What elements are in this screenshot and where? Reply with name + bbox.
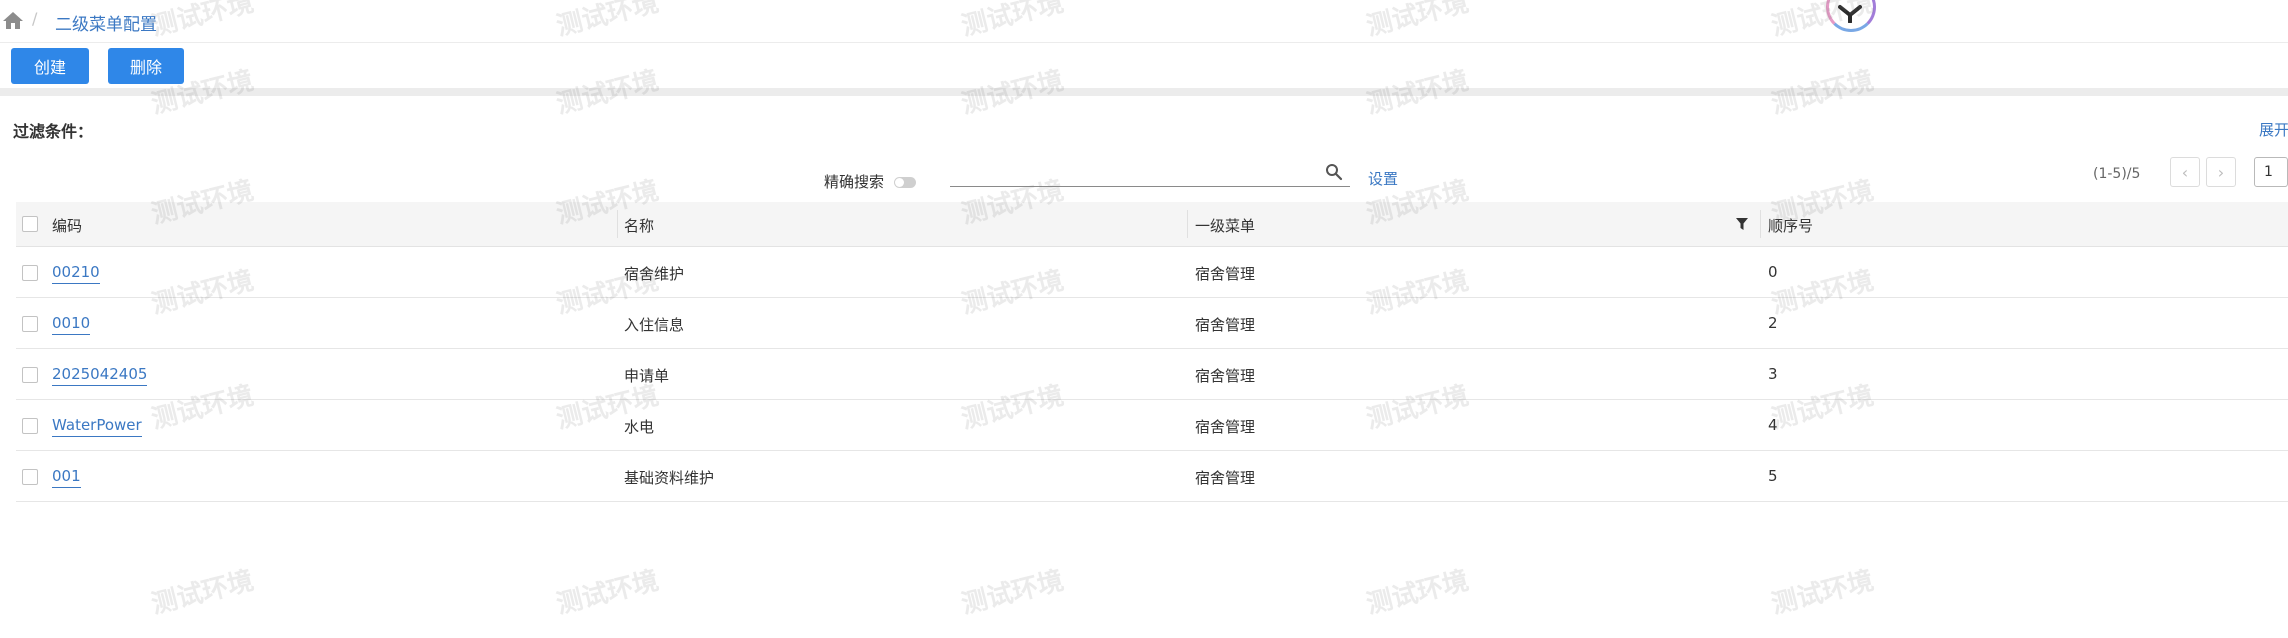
column-header-code[interactable]: 编码 <box>52 215 82 236</box>
watermark-text: 测试环境 <box>958 565 1067 621</box>
column-resizer[interactable] <box>617 210 618 238</box>
order-cell: 3 <box>1768 365 1778 383</box>
parent-menu-cell: 宿舍管理 <box>1195 265 1256 283</box>
table-row[interactable]: WaterPower 水电 宿舍管理 4 <box>16 400 2288 451</box>
prev-page-button[interactable]: ‹ <box>2170 157 2200 187</box>
watermark-text: 测试环境 <box>1363 565 1472 621</box>
settings-link[interactable]: 设置 <box>1368 168 1398 189</box>
breadcrumb-current[interactable]: 二级菜单配置 <box>55 10 157 35</box>
create-button[interactable]: 创建 <box>11 48 89 84</box>
precise-search-label: 精确搜索 <box>824 173 885 191</box>
table-row[interactable]: 2025042405 申请单 宿舍管理 3 <box>16 349 2288 400</box>
order-cell: 4 <box>1768 416 1778 434</box>
filter-label: 过滤条件： <box>13 122 94 141</box>
code-link[interactable]: 001 <box>52 467 81 488</box>
column-header-order[interactable]: 顺序号 <box>1768 215 1813 236</box>
table-row[interactable]: 0010 入住信息 宿舍管理 2 <box>16 298 2288 349</box>
watermark-text: 测试环境 <box>553 0 662 43</box>
column-resizer[interactable] <box>1760 210 1761 238</box>
parent-menu-cell: 宿舍管理 <box>1195 418 1256 436</box>
watermark-text: 测试环境 <box>1363 0 1472 43</box>
select-all-checkbox[interactable] <box>22 216 38 232</box>
name-cell: 入住信息 <box>624 316 685 334</box>
watermark-text: 测试环境 <box>958 0 1067 43</box>
search-icon[interactable] <box>1325 163 1343 181</box>
delete-button[interactable]: 删除 <box>108 48 184 84</box>
expand-link[interactable]: 展开 <box>2259 119 2288 140</box>
divider <box>0 88 2288 96</box>
watermark-text: 测试环境 <box>553 565 662 621</box>
column-resizer[interactable] <box>1187 210 1188 238</box>
watermark-text: 测试环境 <box>148 565 257 621</box>
search-input[interactable] <box>950 186 1350 187</box>
name-cell: 宿舍维护 <box>624 265 685 283</box>
home-icon[interactable] <box>2 10 24 30</box>
next-page-button[interactable]: › <box>2206 157 2236 187</box>
name-cell: 水电 <box>624 418 655 436</box>
watermark-text: 测试环境 <box>148 0 257 43</box>
table-row[interactable]: 00210 宿舍维护 宿舍管理 0 <box>16 247 2288 298</box>
chevron-right-icon: › <box>2217 162 2225 182</box>
name-cell: 申请单 <box>624 367 670 385</box>
watermark-text: 测试环境 <box>1768 565 1877 621</box>
row-checkbox[interactable] <box>22 316 38 332</box>
pagination-range: (1-5)/5 <box>2093 166 2141 182</box>
code-link[interactable]: 00210 <box>52 263 100 284</box>
name-cell: 基础资料维护 <box>624 469 715 487</box>
parent-menu-cell: 宿舍管理 <box>1195 469 1256 487</box>
table-header: 编码 名称 一级菜单 顺序号 <box>16 202 2288 247</box>
chevron-left-icon: ‹ <box>2181 162 2189 182</box>
row-checkbox[interactable] <box>22 418 38 434</box>
column-header-parent-menu[interactable]: 一级菜单 <box>1195 215 1255 236</box>
parent-menu-cell: 宿舍管理 <box>1195 367 1256 385</box>
table-row[interactable]: 001 基础资料维护 宿舍管理 5 <box>16 451 2288 502</box>
code-link[interactable]: 2025042405 <box>52 365 148 386</box>
parent-menu-cell: 宿舍管理 <box>1195 316 1256 334</box>
order-cell: 0 <box>1768 263 1778 281</box>
precise-search-toggle[interactable] <box>894 177 916 188</box>
code-link[interactable]: WaterPower <box>52 416 142 437</box>
filter-icon[interactable] <box>1736 218 1748 230</box>
row-checkbox[interactable] <box>22 469 38 485</box>
page-number-input[interactable]: 1 <box>2254 157 2288 187</box>
row-checkbox[interactable] <box>22 265 38 281</box>
breadcrumb-separator: / <box>32 9 38 28</box>
order-cell: 2 <box>1768 314 1778 332</box>
app-logo-icon <box>1826 0 1876 32</box>
order-cell: 5 <box>1768 467 1778 485</box>
divider <box>0 42 2288 43</box>
code-link[interactable]: 0010 <box>52 314 91 335</box>
column-header-name[interactable]: 名称 <box>624 215 654 236</box>
row-checkbox[interactable] <box>22 367 38 383</box>
